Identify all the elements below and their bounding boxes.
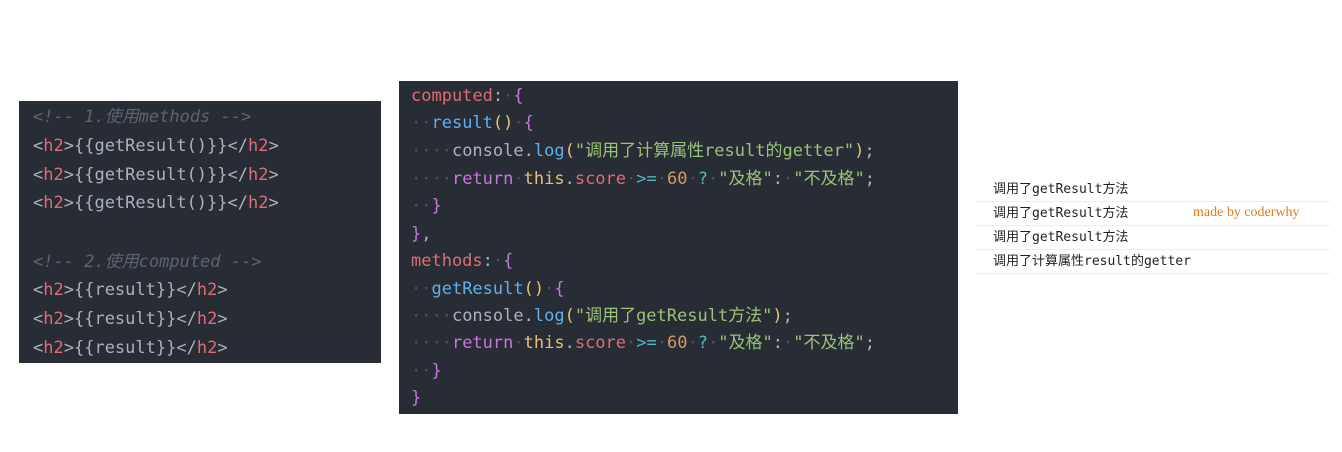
code-line-template-a3: <h2>{{getResult()}}</h2> [33,193,279,213]
code-line-template-b1: <h2>{{result}}</h2> [33,280,228,300]
code-line-methods: methods:·{ [411,251,514,271]
comment-methods: <!-- 1.使用methods --> [33,107,252,127]
code-line-close-methods: } [411,388,422,408]
console-output: 调用了getResult方法 调用了getResult方法 调用了getResu… [976,178,1330,274]
watermark: made by coderwhy [1193,205,1300,220]
console-line: 调用了getResult方法 [976,226,1330,250]
console-line: 调用了计算属性result的getter [976,250,1330,274]
console-line: 调用了getResult方法 [976,178,1330,202]
code-line-close-result: ··} [411,196,442,216]
script-code-panel: computed:·{ ··result()·{ ····console.log… [399,81,958,414]
code-line-close-computed: }, [411,224,432,244]
comment-computed: <!-- 2.使用computed --> [33,252,262,272]
code-line-computed: computed:·{ [411,86,524,106]
code-line-template-b2: <h2>{{result}}</h2> [33,309,228,329]
code-line-close-getresult: ··} [411,361,442,381]
code-line-method-return: ····return·this.score·>=·60·?·"及格":·"不及格… [411,333,875,353]
code-line-template-a2: <h2>{{getResult()}}</h2> [33,165,279,185]
code-line-getresult-fn: ··getResult()·{ [411,279,565,299]
code-line-computed-log: ····console.log("调用了计算属性result的getter"); [411,141,875,161]
code-line-template-b3: <h2>{{result}}</h2> [33,338,228,358]
code-line-computed-return: ····return·this.score·>=·60·?·"及格":·"不及格… [411,169,875,189]
code-line-method-log: ····console.log("调用了getResult方法"); [411,306,793,326]
code-line-template-a1: <h2>{{getResult()}}</h2> [33,136,279,156]
template-code-panel: <!-- 1.使用methods --> <h2>{{getResult()}}… [19,101,381,363]
code-line-result-fn: ··result()·{ [411,113,534,133]
